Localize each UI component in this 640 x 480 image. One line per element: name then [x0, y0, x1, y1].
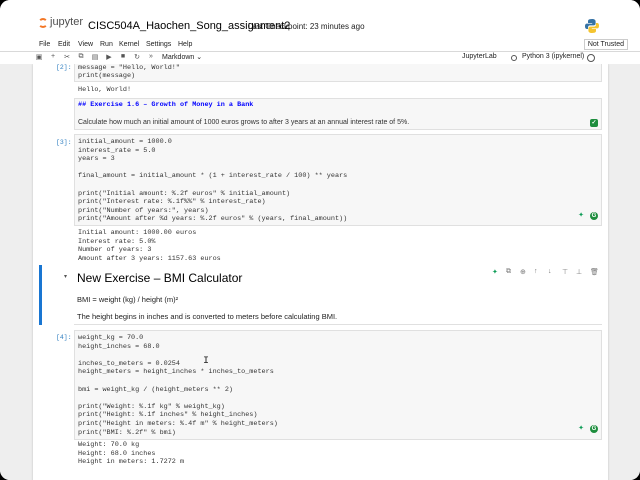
- grammar-check-icon[interactable]: ✓: [590, 119, 598, 127]
- save-icon[interactable]: ▣: [34, 53, 44, 61]
- cell-prompt: [4]:: [56, 334, 72, 341]
- markdown-heading-source: ## Exercise 1.6 – Growth of Money in a B…: [78, 101, 254, 109]
- insert-below-icon[interactable]: ⊥: [576, 268, 582, 276]
- cell-type-value: Markdown: [162, 54, 195, 61]
- jupyter-logo-text: jupyter: [50, 16, 84, 28]
- output-line: Height: 68.0 inches: [78, 449, 156, 458]
- cell-type-select[interactable]: Markdown ⌄: [162, 53, 202, 61]
- code-line: interest_rate = 5.0: [78, 146, 156, 155]
- code-line: print("Interest rate: %.1f%%" % interest…: [78, 198, 266, 207]
- code-block: weight_kg = 70.0 height_inches = 68.0 inc…: [78, 334, 278, 437]
- text-cursor-icon: I: [203, 356, 210, 367]
- code-line: inches_to_meters = 0.0254: [78, 359, 180, 368]
- insert-above-icon[interactable]: ⊤: [562, 268, 568, 276]
- menu-divider: [0, 51, 640, 52]
- code-line: height_inches = 68.0: [78, 342, 160, 351]
- menu-settings[interactable]: Settings: [146, 41, 171, 48]
- markdown-heading: New Exercise – BMI Calculator: [77, 271, 243, 285]
- output-line: Number of years: 3: [78, 246, 152, 255]
- output-line: Amount after 3 years: 1157.63 euros: [78, 254, 221, 263]
- code-line: height_meters = height_inches * inches_t…: [78, 368, 274, 377]
- code-line: initial_amount = 1000.0: [78, 138, 172, 146]
- checkpoint-status: Last Checkpoint: 23 minutes ago: [248, 22, 365, 31]
- delete-icon[interactable]: 🗑: [590, 268, 599, 276]
- copy-icon[interactable]: ⧉: [76, 53, 86, 61]
- kernel-status-icon: [587, 54, 595, 62]
- markdown-paragraph: The height begins in inches and is conve…: [77, 312, 338, 321]
- code-line: print("Initial amount: %.2f euros" % ini…: [78, 189, 291, 198]
- code-line: years = 3: [78, 155, 115, 164]
- paste-icon[interactable]: ▤: [90, 53, 100, 61]
- stop-icon[interactable]: ■: [118, 53, 128, 60]
- header-bar: jupyter CISC504A_Haochen_Song_assignment…: [0, 0, 640, 38]
- cut-icon[interactable]: ✂: [62, 53, 72, 61]
- jupyter-logo-icon: [38, 18, 48, 28]
- output-line: Interest rate: 5.0%: [78, 237, 156, 246]
- move-down-icon[interactable]: ↓: [548, 268, 552, 275]
- code-line: weight_kg = 70.0: [78, 334, 144, 342]
- cell-divider: [74, 324, 602, 325]
- grammar-check-icon[interactable]: G: [590, 212, 598, 220]
- lightbulb-icon[interactable]: ✦: [577, 425, 585, 433]
- grammar-check-icon[interactable]: G: [590, 425, 598, 433]
- menu-file[interactable]: File: [39, 41, 50, 48]
- menu-edit[interactable]: Edit: [58, 41, 70, 48]
- cell-output: Hello, World!: [78, 86, 132, 94]
- code-line: print("BMI: %.2f" % bmi): [78, 428, 176, 437]
- menu-run[interactable]: Run: [100, 41, 113, 48]
- code-line: print("Height: %.1f inches" % height_inc…: [78, 411, 258, 420]
- code-line: print(message): [78, 72, 136, 80]
- kernel-settings-icon[interactable]: [511, 55, 517, 61]
- bmi-formula: BMI = weight (kg) / height (m)²: [77, 295, 179, 304]
- menu-view[interactable]: View: [78, 41, 93, 48]
- code-block: initial_amount = 1000.0 interest_rate = 5…: [78, 138, 347, 224]
- kernel-name[interactable]: Python 3 (ipykernel): [522, 53, 584, 60]
- collapse-chevron-icon[interactable]: ▾: [64, 273, 67, 280]
- cell-prompt: [2]:: [56, 64, 72, 71]
- python-logo-icon: [585, 19, 599, 33]
- notebook-area: [2]: message = "Hello, World!" print(mes…: [0, 64, 640, 480]
- cell-prompt: [3]:: [56, 139, 72, 146]
- markdown-text: Calculate how much an initial amount of …: [78, 119, 410, 126]
- active-cell-indicator: [39, 265, 42, 325]
- ai-sparkle-icon[interactable]: ✦: [492, 268, 498, 276]
- code-line: print("Number of years:", years): [78, 206, 209, 215]
- code-line: bmi = weight_kg / (height_meters ** 2): [78, 385, 233, 394]
- trust-status-button[interactable]: Not Trusted: [583, 39, 628, 50]
- chevron-down-icon: ⌄: [196, 54, 203, 61]
- cell-output: Weight: 70.0 kg Height: 68.0 inches Height…: [78, 441, 184, 467]
- duplicate-icon[interactable]: ⧉: [506, 268, 511, 276]
- menu-help[interactable]: Help: [178, 41, 192, 48]
- code-line: final_amount = initial_amount * (1 + int…: [78, 172, 348, 181]
- menu-kernel[interactable]: Kernel: [119, 41, 139, 48]
- code-line: print("Height in meters: %.4f m" % heigh…: [78, 419, 278, 428]
- restart-icon[interactable]: ↻: [132, 53, 142, 61]
- jupyterlab-button[interactable]: JupyterLab: [462, 53, 497, 60]
- fast-forward-icon[interactable]: »: [146, 53, 156, 60]
- output-line: Height in meters: 1.7272 m: [78, 458, 185, 467]
- code-line: print("Weight: %.1f kg" % weight_kg): [78, 402, 225, 411]
- cell-output: Initial amount: 1000.00 euros Interest ra…: [78, 229, 221, 263]
- move-up-icon[interactable]: ↑: [534, 268, 538, 275]
- menu-bar: File Edit View Run Kernel Settings Help …: [0, 38, 640, 52]
- jupyter-window: jupyter CISC504A_Haochen_Song_assignment…: [0, 0, 640, 480]
- cell-add-icon[interactable]: ⊕: [520, 268, 526, 276]
- lightbulb-icon[interactable]: ✦: [577, 212, 585, 220]
- jupyter-logo[interactable]: jupyter: [38, 14, 86, 34]
- output-line: Initial amount: 1000.00 euros: [78, 229, 197, 237]
- run-icon[interactable]: ▶: [104, 53, 114, 61]
- output-line: Weight: 70.0 kg: [78, 441, 140, 449]
- add-icon[interactable]: +: [48, 53, 58, 60]
- code-line: print("Amount after %d years: %.2f euros…: [78, 215, 348, 224]
